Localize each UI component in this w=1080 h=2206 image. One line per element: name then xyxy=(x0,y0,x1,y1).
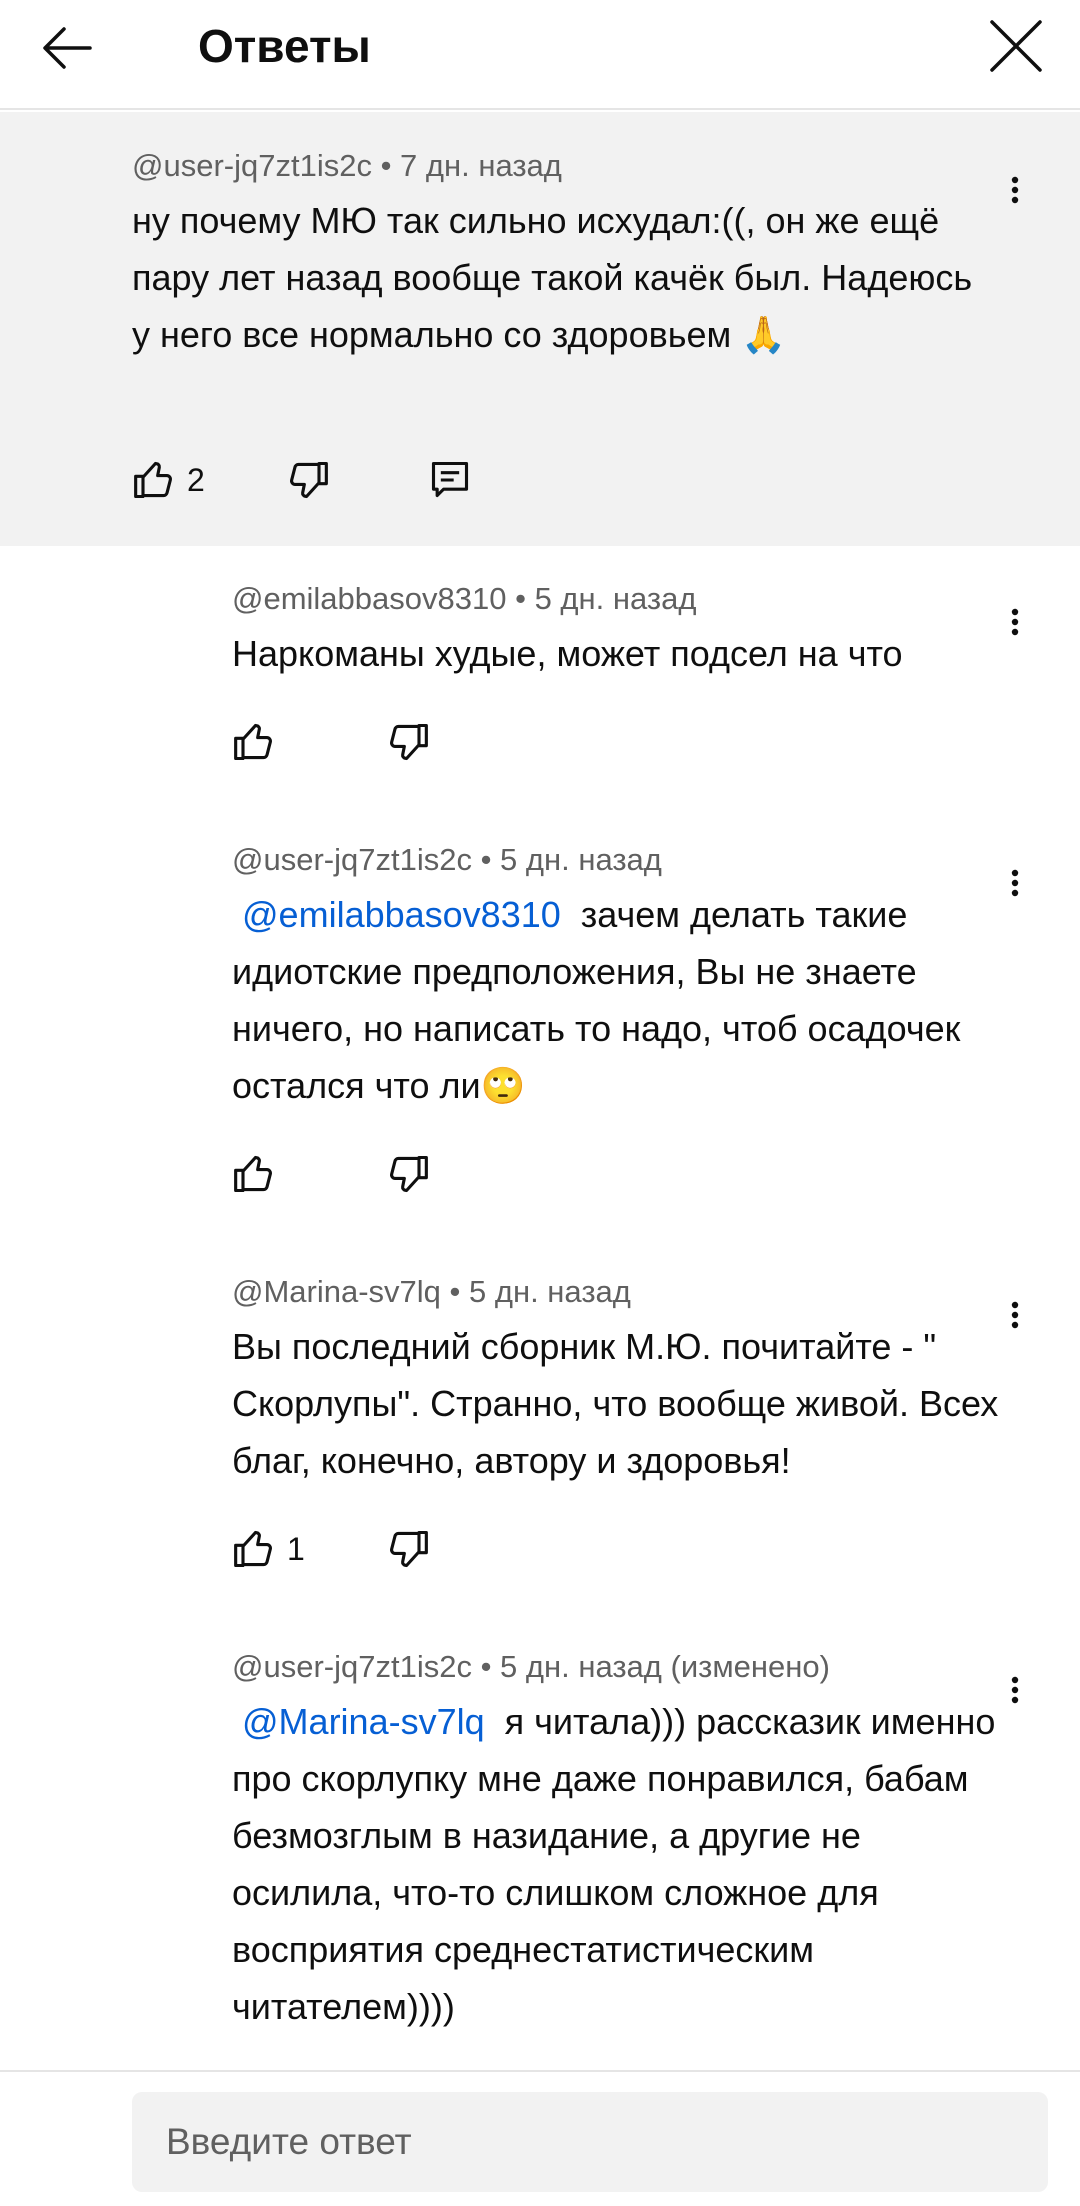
comment-body: @user-jq7zt1is2c • 5 дн. назад (изменено… xyxy=(232,1647,1002,2035)
comment-text: Наркоманы худые, может подсел на что xyxy=(232,625,992,682)
comment-author[interactable]: @user-jq7zt1is2c xyxy=(232,842,472,877)
comment-meta: @Marina-sv7lq • 5 дн. назад xyxy=(232,1272,1002,1312)
comment-actions xyxy=(232,1152,472,1202)
comment-actions: 1 xyxy=(232,1527,472,1577)
like-button[interactable] xyxy=(132,458,176,502)
comment-text: @Marina-sv7lq я читала))) рассказик имен… xyxy=(232,1693,1002,2035)
thumb-up-icon xyxy=(232,720,276,764)
meta-separator: • xyxy=(471,1649,501,1684)
dislike-button[interactable] xyxy=(286,458,330,502)
comment-time: 7 дн. назад xyxy=(400,148,562,183)
comment-text: ну почему МЮ так сильно исхудал:((, он ж… xyxy=(132,200,973,355)
like-count: 2 xyxy=(187,462,205,498)
dislike-button[interactable] xyxy=(386,720,430,764)
comment-text: @emilabbasov8310 зачем делать такие идио… xyxy=(232,886,1002,1114)
comment-author[interactable]: @user-jq7zt1is2c xyxy=(132,148,372,183)
comment-menu-button[interactable] xyxy=(995,1285,1035,1345)
thumb-down-icon xyxy=(386,1152,430,1196)
comment-meta: @user-jq7zt1is2c • 5 дн. назад xyxy=(232,840,1002,880)
more-vert-icon xyxy=(1010,1300,1020,1330)
thumb-down-icon xyxy=(386,720,430,764)
mention-link[interactable]: @Marina-sv7lq xyxy=(242,1701,485,1742)
comment-body: @user-jq7zt1is2c • 5 дн. назад @emilabba… xyxy=(232,840,1002,1114)
comment-time: 5 дн. назад (изменено) xyxy=(500,1649,830,1684)
thumb-down-icon xyxy=(386,1527,430,1571)
comment-meta: @emilabbasov8310 • 5 дн. назад xyxy=(232,579,992,619)
comment-actions xyxy=(232,720,472,770)
reply-text: Наркоманы худые, может подсел на что xyxy=(232,633,903,674)
dislike-button[interactable] xyxy=(386,1527,430,1571)
like-button[interactable] xyxy=(232,720,276,764)
comment-menu-button[interactable] xyxy=(995,592,1035,652)
thumb-up-icon xyxy=(132,458,176,502)
comment-actions: 2 xyxy=(132,458,532,508)
more-vert-icon xyxy=(1010,175,1020,205)
meta-separator: • xyxy=(471,842,501,877)
comment-meta: @user-jq7zt1is2c • 7 дн. назад xyxy=(132,146,992,186)
reply-text: я читала))) рассказик именно про скорлуп… xyxy=(232,1701,996,2027)
like-count: 1 xyxy=(287,1531,305,1567)
comment-time: 5 дн. назад xyxy=(534,581,697,616)
comment-menu-button[interactable] xyxy=(995,853,1035,913)
more-vert-icon xyxy=(1010,1675,1020,1705)
like-button[interactable] xyxy=(232,1152,276,1196)
back-button[interactable] xyxy=(36,16,100,80)
comment-text: Вы последний сборник М.Ю. почитайте - " … xyxy=(232,1318,1002,1489)
more-vert-icon xyxy=(1010,607,1020,637)
like-button[interactable] xyxy=(232,1527,276,1571)
comment-author[interactable]: @Marina-sv7lq xyxy=(232,1274,441,1309)
thumb-up-icon xyxy=(232,1152,276,1196)
more-vert-icon xyxy=(1010,868,1020,898)
header-bar: Ответы xyxy=(0,0,1080,110)
comment-body: @user-jq7zt1is2c • 7 дн. назад ну почему… xyxy=(132,146,992,363)
comment-body: @Marina-sv7lq • 5 дн. назад Вы последний… xyxy=(232,1272,1002,1489)
comment-menu-button[interactable] xyxy=(995,1660,1035,1720)
parent-comment: @user-jq7zt1is2c • 7 дн. назад ну почему… xyxy=(0,112,1080,546)
comment-menu-button[interactable] xyxy=(995,160,1035,220)
comment-time: 5 дн. назад xyxy=(469,1274,631,1309)
close-icon xyxy=(990,20,1042,72)
meta-separator: • xyxy=(440,1274,470,1309)
thumb-up-icon xyxy=(232,1527,276,1571)
reply-button[interactable] xyxy=(428,458,472,502)
comment-author[interactable]: @user-jq7zt1is2c xyxy=(232,1649,472,1684)
thumb-down-icon xyxy=(286,458,330,502)
comment-meta: @user-jq7zt1is2c • 5 дн. назад (изменено… xyxy=(232,1647,1002,1687)
dislike-button[interactable] xyxy=(386,1152,430,1196)
back-arrow-icon xyxy=(43,27,92,69)
reply-text: Вы последний сборник М.Ю. почитайте - " … xyxy=(232,1326,999,1481)
meta-separator: • xyxy=(506,581,535,616)
comment-time: 5 дн. назад xyxy=(500,842,662,877)
comment-body: @emilabbasov8310 • 5 дн. назад Наркоманы… xyxy=(232,579,992,682)
comment-author[interactable]: @emilabbasov8310 xyxy=(232,581,506,616)
page-title: Ответы xyxy=(198,20,371,72)
reply-bar: Введите ответ xyxy=(0,2070,1080,2206)
reply-icon xyxy=(428,458,472,502)
reply-input[interactable]: Введите ответ xyxy=(132,2092,1048,2192)
meta-separator: • xyxy=(371,148,401,183)
close-button[interactable] xyxy=(984,14,1048,78)
mention-link[interactable]: @emilabbasov8310 xyxy=(242,894,561,935)
